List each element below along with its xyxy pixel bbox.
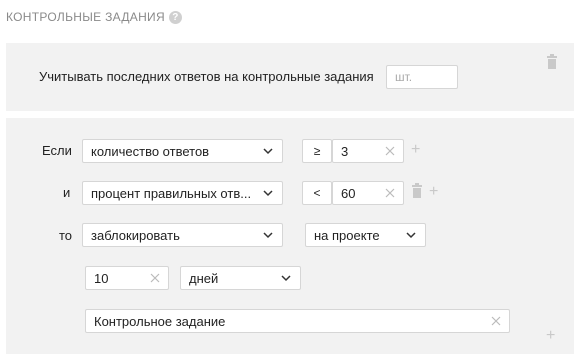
and-label: и: [63, 185, 71, 200]
clear-icon[interactable]: [385, 188, 395, 198]
answers-limit-panel: Учитывать последних ответов на контрольн…: [6, 43, 574, 111]
then-label: то: [59, 228, 73, 243]
scope-select[interactable]: на проекте: [305, 223, 426, 247]
rule-panel: Если количество ответов ≥ 3 + и процент …: [6, 118, 574, 354]
trash-icon[interactable]: [412, 183, 422, 198]
condition1-field-value: количество ответов: [91, 143, 210, 159]
condition1-field-select[interactable]: количество ответов: [82, 139, 283, 163]
duration-input[interactable]: 10: [85, 266, 169, 290]
trash-icon[interactable]: [547, 54, 557, 69]
action-value: заблокировать: [91, 227, 180, 243]
condition1-value-input[interactable]: 3: [332, 139, 404, 163]
add-condition-plus-icon[interactable]: +: [429, 184, 438, 200]
answers-limit-placeholder: шт.: [395, 70, 413, 84]
duration-unit-value: дней: [189, 270, 219, 286]
chevron-down-icon: [406, 232, 416, 239]
chevron-down-icon: [263, 190, 273, 197]
section-title: КОНТРОЛЬНЫЕ ЗАДАНИЯ ?: [6, 10, 182, 24]
clear-icon[interactable]: [150, 273, 160, 283]
condition2-field-value: процент правильных отв...: [91, 185, 252, 201]
condition2-operator-text: <: [313, 186, 321, 200]
chevron-down-icon: [263, 148, 273, 155]
section-title-text: КОНТРОЛЬНЫЕ ЗАДАНИЯ: [6, 10, 165, 24]
action-select[interactable]: заблокировать: [82, 223, 283, 247]
condition1-operator[interactable]: ≥: [302, 139, 332, 163]
condition2-value-input[interactable]: 60: [332, 181, 404, 205]
clear-icon[interactable]: [491, 316, 501, 326]
if-label: Если: [42, 143, 72, 158]
clear-icon[interactable]: [385, 146, 395, 156]
duration-value: 10: [94, 270, 109, 286]
chevron-down-icon: [263, 232, 273, 239]
add-rule-plus-icon[interactable]: +: [546, 328, 555, 344]
reason-value: Контрольное задание: [94, 313, 226, 329]
condition1-operator-text: ≥: [313, 144, 321, 158]
answers-limit-label: Учитывать последних ответов на контрольн…: [39, 69, 374, 84]
chevron-down-icon: [281, 275, 291, 282]
condition1-value: 3: [341, 143, 349, 159]
duration-unit-select[interactable]: дней: [180, 266, 301, 290]
scope-value: на проекте: [314, 227, 380, 243]
condition2-value: 60: [341, 185, 356, 201]
answers-limit-input[interactable]: шт.: [386, 65, 458, 89]
add-condition-plus-icon[interactable]: +: [411, 142, 420, 158]
reason-input[interactable]: Контрольное задание: [85, 309, 510, 333]
help-icon[interactable]: ?: [168, 10, 182, 24]
condition2-operator[interactable]: <: [302, 181, 332, 205]
condition2-field-select[interactable]: процент правильных отв...: [82, 181, 283, 205]
